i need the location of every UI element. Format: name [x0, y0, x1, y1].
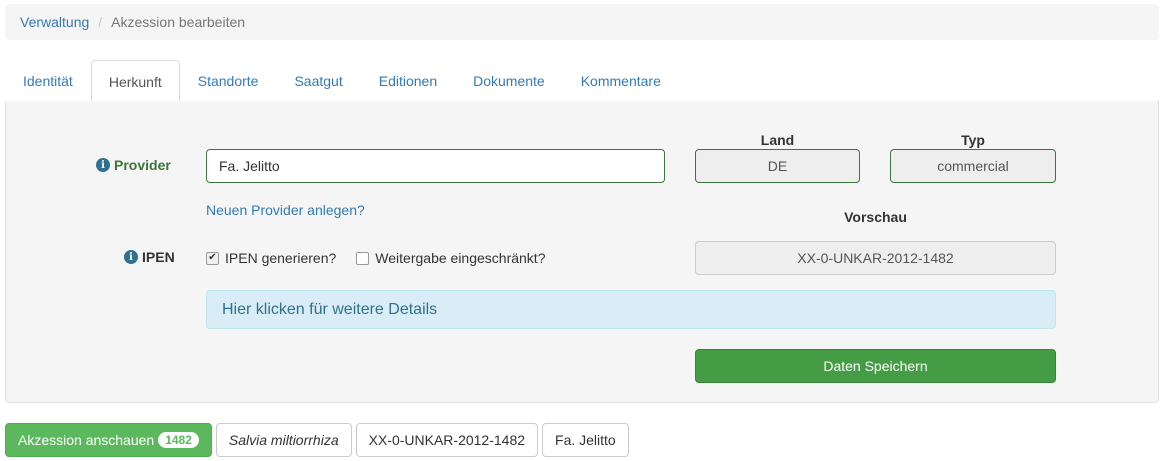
provider-label: i Provider [96, 157, 171, 173]
info-icon[interactable]: i [96, 158, 110, 172]
provider-label-text: Provider [114, 157, 171, 173]
tab-editionen[interactable]: Editionen [361, 60, 455, 102]
ipen-generate-label[interactable]: IPEN generieren? [225, 250, 336, 266]
view-accession-button[interactable]: Akzession anschauen 1482 [5, 423, 212, 457]
details-alert[interactable]: Hier klicken für weitere Details [206, 290, 1056, 329]
breadcrumb-current: Akzession bearbeiten [111, 14, 246, 30]
tab-herkunft[interactable]: Herkunft [90, 60, 180, 103]
species-button[interactable]: Salvia miltiorrhiza [215, 423, 352, 457]
new-provider-link[interactable]: Neuen Provider anlegen? [206, 202, 365, 218]
tab-identitaet[interactable]: Identität [5, 60, 91, 102]
summary-bar: Akzession anschauen 1482 Salvia miltiorr… [5, 423, 629, 457]
ipen-options: ✔ IPEN generieren? Weitergabe eingeschrä… [206, 250, 545, 266]
tab-kommentare[interactable]: Kommentare [563, 60, 679, 102]
tab-saatgut[interactable]: Saatgut [276, 60, 360, 102]
weitergabe-checkbox[interactable] [356, 251, 370, 265]
info-icon[interactable]: i [124, 250, 138, 264]
accession-id-button[interactable]: XX-0-UNKAR-2012-1482 [355, 423, 539, 457]
vorschau-header: Vorschau [844, 209, 907, 225]
tab-bar: Identität Herkunft Standorte Saatgut Edi… [5, 60, 1159, 103]
typ-field: commercial [890, 149, 1056, 183]
tab-dokumente[interactable]: Dokumente [455, 60, 563, 102]
provider-input[interactable]: Fa. Jelitto [206, 149, 665, 183]
provider-button[interactable]: Fa. Jelitto [542, 423, 629, 457]
view-accession-label: Akzession anschauen [18, 432, 155, 448]
save-button[interactable]: Daten Speichern [695, 349, 1056, 383]
ipen-preview-field: XX-0-UNKAR-2012-1482 [695, 241, 1056, 275]
accession-count-badge: 1482 [158, 432, 199, 448]
land-field: DE [695, 149, 860, 183]
weitergabe-label[interactable]: Weitergabe eingeschränkt? [375, 250, 545, 266]
breadcrumb-separator: / [98, 14, 103, 30]
breadcrumb-link-verwaltung[interactable]: Verwaltung [20, 14, 89, 30]
ipen-generate-checkbox[interactable]: ✔ [206, 251, 219, 265]
breadcrumb: Verwaltung / Akzession bearbeiten [5, 4, 1159, 40]
ipen-label: i IPEN [124, 249, 175, 265]
tab-standorte[interactable]: Standorte [180, 60, 277, 102]
ipen-label-text: IPEN [142, 249, 175, 265]
land-header: Land [760, 132, 795, 148]
typ-header: Typ [961, 132, 985, 148]
